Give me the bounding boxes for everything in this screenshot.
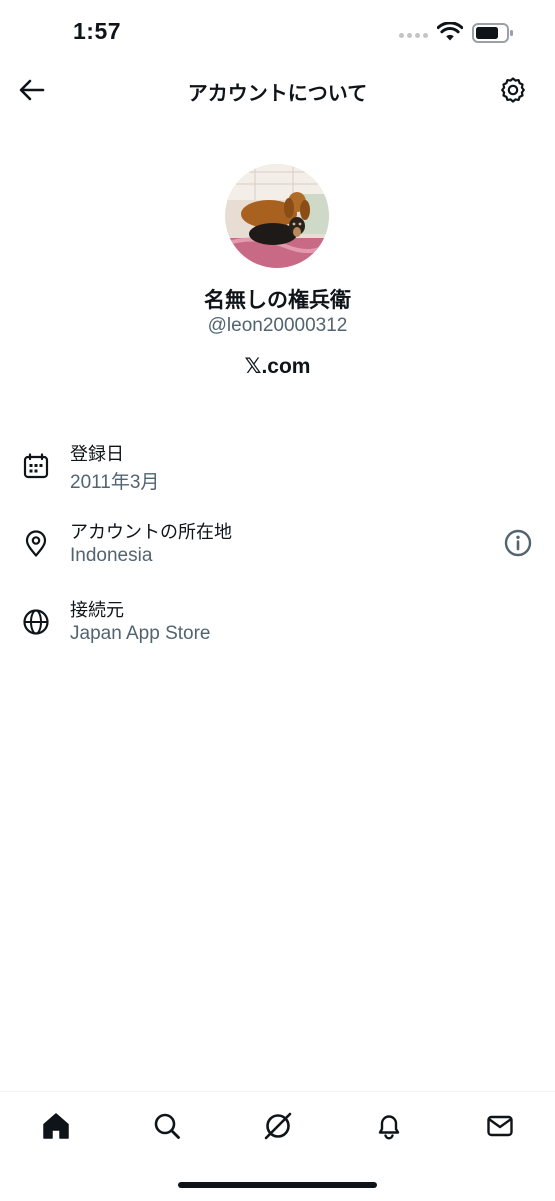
mail-icon	[487, 1115, 513, 1137]
battery-icon	[472, 23, 513, 43]
info-row-location: アカウントの所在地 Indonesia	[0, 514, 555, 578]
wifi-icon	[437, 22, 463, 41]
page-title: アカウントについて	[187, 83, 368, 105]
status-bar: 1:57	[0, 0, 555, 66]
joined-value: 2011年3月	[70, 472, 160, 493]
tab-search[interactable]	[147, 1106, 187, 1146]
info-circle-icon[interactable]	[503, 528, 533, 558]
bell-icon	[378, 1115, 400, 1140]
nav-bar: アカウントについて	[0, 66, 555, 114]
gear-icon	[501, 77, 525, 103]
connected-via-value: Japan App Store	[70, 623, 211, 644]
dogs-photo-avatar	[225, 164, 329, 268]
connected-via-label: 接続元	[70, 600, 124, 620]
tab-home[interactable]	[36, 1106, 76, 1146]
avatar[interactable]	[225, 164, 329, 268]
site-label: 𝕏.com	[244, 355, 311, 378]
info-row-connected-via: 接続元 Japan App Store	[0, 592, 555, 656]
joined-label: 登録日	[70, 444, 124, 464]
globe-icon	[23, 609, 49, 635]
location-pin-icon	[25, 530, 47, 557]
user-handle: @leon20000312	[207, 315, 348, 336]
location-label: アカウントの所在地	[70, 522, 232, 542]
tab-notifications[interactable]	[369, 1106, 409, 1146]
display-name: 名無しの権兵衛	[204, 289, 351, 312]
tab-grok[interactable]	[258, 1106, 298, 1146]
calendar-icon	[23, 453, 49, 479]
signal-icon	[399, 33, 428, 38]
settings-button[interactable]	[495, 72, 531, 108]
home-indicator	[178, 1182, 377, 1188]
status-time: 1:57	[73, 18, 122, 44]
grok-icon	[264, 1112, 292, 1140]
search-icon	[154, 1113, 180, 1139]
home-icon	[43, 1113, 69, 1139]
tab-messages[interactable]	[480, 1106, 520, 1146]
location-value: Indonesia	[70, 545, 153, 566]
info-row-joined: 登録日 2011年3月	[0, 436, 555, 500]
